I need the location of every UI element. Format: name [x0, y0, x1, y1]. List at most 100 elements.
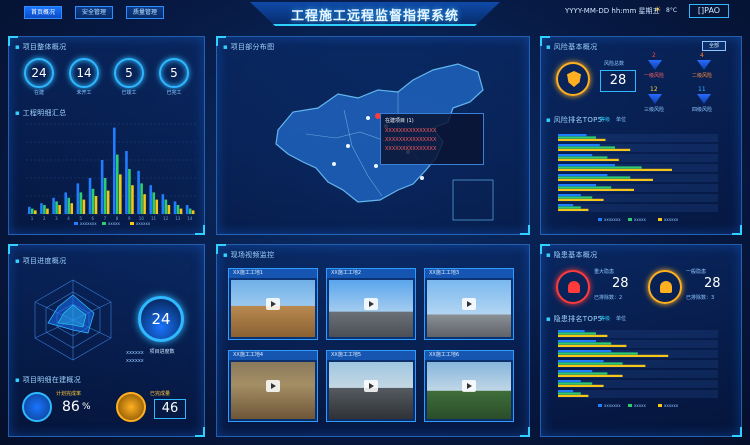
risk-level1-label: 一级风险: [644, 73, 665, 79]
camera-tile[interactable]: XX施工工地2: [326, 268, 416, 340]
camera-tile[interactable]: XX施工工地4: [228, 350, 318, 422]
risk-tab-unit[interactable]: 单位: [616, 116, 626, 123]
shield-icon: [556, 62, 590, 96]
bar-legend-item: xxxxxx: [136, 221, 151, 226]
bar-xxxxx-7: [103, 178, 107, 214]
camera-tile[interactable]: XX施工工地1: [228, 268, 318, 340]
hazard-tab-unit[interactable]: 单位: [616, 315, 626, 322]
bar-xxxxx-3: [55, 201, 58, 214]
map-marker[interactable]: [374, 164, 378, 168]
logout-button[interactable]: []PAO: [689, 4, 729, 18]
bar-xxxxx-6: [91, 188, 95, 214]
bar-xxxxxxx-4: [64, 192, 68, 214]
map-marker[interactable]: [332, 162, 336, 166]
bar-xxxxx-11: [152, 192, 156, 214]
datetime: YYYY-MM-DD hh:mm 星期五: [565, 7, 660, 15]
rank-bar: [558, 166, 642, 169]
rank-legend-item: xxxxx: [634, 217, 646, 222]
play-icon[interactable]: [462, 380, 476, 392]
bar-xxxxxx-6: [94, 196, 98, 214]
bar-xxxxxx-10: [143, 194, 146, 214]
bar-tick-label: 9: [128, 216, 131, 221]
risk-level4-label: 四级风险: [692, 107, 713, 113]
rank-bar: [558, 194, 581, 197]
nav-safety[interactable]: 安全管理: [75, 6, 113, 19]
play-icon[interactable]: [462, 298, 476, 310]
play-icon[interactable]: [266, 380, 280, 392]
rank-bar: [558, 158, 619, 161]
weather-temp: 8°C: [666, 7, 678, 14]
popup-item[interactable]: XXXXXXXXXXXXXXX: [381, 136, 483, 145]
play-icon[interactable]: [266, 298, 280, 310]
progress-title: 项目进度概况: [15, 256, 67, 266]
risk-top-title: 风险排名TOP5: [546, 115, 603, 125]
camera-label: XX施工工地2: [327, 269, 415, 278]
map-marker[interactable]: [420, 176, 424, 180]
risk-tab-level[interactable]: 等级: [600, 116, 610, 123]
camera-tile[interactable]: XX施工工地3: [424, 268, 514, 340]
bar-xxxxxx-7: [106, 190, 110, 214]
camera-tile[interactable]: XX施工工地5: [326, 350, 416, 422]
popup-item[interactable]: XXXXXXXXXXXXXXX: [381, 127, 483, 136]
bar-tick-label: 13: [175, 216, 181, 221]
hazard-major-sub: 已排除数：2: [594, 295, 623, 301]
progress-gauge: 24: [138, 296, 184, 342]
kpi-plan-unit: %: [82, 402, 91, 412]
kpi-done-label: 已完成量: [150, 391, 171, 397]
bar-tick-label: 7: [104, 216, 107, 221]
kpi-plan-value: 86: [62, 399, 80, 415]
video-title: 现场视频监控: [223, 250, 275, 260]
bar-xxxxxx-2: [46, 208, 49, 214]
nav-home[interactable]: 首页概况: [24, 6, 62, 19]
rank-bar: [558, 344, 627, 347]
camera-tile[interactable]: XX施工工地6: [424, 350, 514, 422]
ring-not-started: 14: [69, 58, 99, 88]
rank-bar: [558, 144, 600, 147]
camera-label: XX施工工地1: [229, 269, 317, 278]
bar-tick-label: 14: [187, 216, 193, 221]
rank-bar: [558, 198, 604, 201]
rank-legend-item: xxxxxxx: [604, 217, 621, 222]
rank-bar: [558, 332, 596, 335]
rank-bar: [558, 188, 634, 191]
play-icon[interactable]: [364, 380, 378, 392]
bar-tick-label: 3: [55, 216, 58, 221]
south-sea-inset: [452, 179, 494, 221]
risk-filter-select[interactable]: 全部: [702, 41, 726, 51]
bar-xxxxxxx-1: [28, 206, 31, 214]
bar-xxxxx-9: [128, 169, 131, 214]
rank-legend-item: xxxxxx: [664, 403, 679, 408]
hazard-tab-level[interactable]: 等级: [600, 315, 610, 322]
bar-tick-label: 2: [43, 216, 46, 221]
bar-xxxxx-1: [31, 208, 34, 214]
kpi-done-value: 46: [154, 399, 186, 419]
progress-gauge-label: 项目进度数: [149, 349, 175, 355]
rank-legend-item: xxxxxxx: [604, 403, 621, 408]
map-marker[interactable]: [346, 144, 350, 148]
bar-legend-item: xxxxxxx: [80, 221, 97, 226]
bar-xxxxxx-8: [119, 174, 122, 214]
radar-legend-b: xxxxxx: [126, 358, 144, 364]
rank-bar: [558, 208, 589, 211]
popup-item[interactable]: XXXXXXXXXXXXXXX: [381, 145, 483, 154]
rank-bar: [558, 340, 596, 343]
ring-completed: 5: [114, 58, 144, 88]
rank-bar: [558, 134, 587, 137]
map-marker[interactable]: [366, 116, 370, 120]
bar-xxxxxxx-2: [40, 203, 43, 214]
camera-label: XX施工工地4: [229, 351, 317, 360]
bar-tick-label: 4: [67, 216, 70, 221]
rank-bar: [558, 196, 593, 199]
bar-xxxxxxx-5: [76, 183, 80, 214]
nav-quality[interactable]: 质量管理: [126, 6, 164, 19]
ring-completed-label: 已竣工: [121, 90, 137, 96]
popup-title: 在建项目 (1): [385, 118, 414, 124]
bar-xxxxx-10: [140, 183, 143, 214]
play-icon[interactable]: [364, 298, 378, 310]
radar-chart: [34, 279, 112, 361]
rank-bar: [558, 350, 612, 353]
rank-bar: [558, 374, 623, 377]
ring-finished: 5: [159, 58, 189, 88]
rank-bar: [558, 342, 612, 345]
rank-bar: [558, 174, 608, 177]
